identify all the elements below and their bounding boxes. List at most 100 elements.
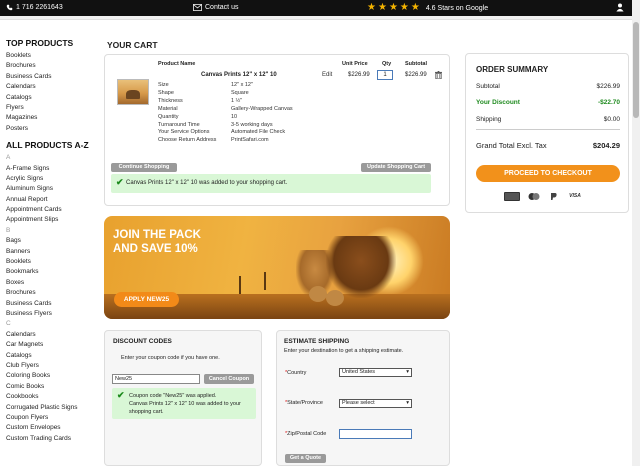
product-link[interactable]: Club Flyers	[6, 361, 96, 371]
rating-text: 4.6 Stars on Google	[425, 4, 489, 12]
option-value: Square	[231, 89, 249, 96]
coupon-input[interactable]: New25	[112, 374, 200, 384]
continue-shopping-button[interactable]: Continue Shopping	[111, 163, 177, 172]
product-link[interactable]: Calendars	[6, 330, 96, 340]
product-link[interactable]: Bags	[6, 236, 96, 246]
phone-link[interactable]: 1 716 2261643	[6, 4, 63, 11]
summary-row-discount: Your Discount -$22.70	[476, 99, 620, 106]
product-link[interactable]: Brochures	[6, 288, 96, 298]
product-link[interactable]: Appointment Slips	[6, 215, 96, 225]
edit-link[interactable]: Edit	[322, 72, 332, 78]
top-products-list: Booklets Brochures Business Cards Calendars…	[6, 51, 96, 134]
all-products-list: A A-Frame Signs Acrylic Signs Aluminum Sign…	[6, 153, 96, 444]
product-link[interactable]: A-Frame Signs	[6, 164, 96, 174]
product-link[interactable]: Banners	[6, 247, 96, 257]
country-value: United States	[342, 369, 376, 375]
cart-panel: Product Name Unit Price Qty Subtotal Can…	[104, 54, 450, 206]
product-link[interactable]: Coupon Flyers	[6, 413, 96, 423]
proceed-to-checkout-button[interactable]: PROCEED TO CHECKOUT	[476, 165, 620, 182]
update-cart-button[interactable]: Update Shopping Cart	[361, 163, 431, 172]
product-link[interactable]: Annual Report	[6, 195, 96, 205]
unit-price: $226.99	[348, 72, 370, 78]
qty-input[interactable]: 1	[377, 70, 393, 80]
product-link[interactable]: Business Flyers	[6, 309, 96, 319]
top-product-link[interactable]: Calendars	[6, 82, 96, 92]
product-link[interactable]: Cookbooks	[6, 392, 96, 402]
letter-divider: A	[6, 154, 11, 162]
product-link[interactable]: Acrylic Signs	[6, 174, 96, 184]
product-link[interactable]: Comic Books	[6, 382, 96, 392]
cub-image	[309, 286, 327, 302]
product-link[interactable]: Aluminum Signs	[6, 184, 96, 194]
discount-codes-panel: DISCOUNT CODES Enter your coupon code if…	[104, 330, 262, 466]
top-product-link[interactable]: Catalogs	[6, 93, 96, 103]
col-subtotal: Subtotal	[405, 61, 427, 67]
phone-icon	[6, 4, 13, 11]
zip-label: *Zip/Postal Code	[285, 431, 326, 437]
summary-label: Shipping	[476, 116, 502, 123]
product-link[interactable]: Catalogs	[6, 351, 96, 361]
top-product-link[interactable]: Booklets	[6, 51, 96, 61]
paypal-icon	[551, 193, 557, 200]
coupon-success-message: ✔ Coupon code "New25" was applied. Canva…	[112, 388, 256, 419]
promo-banner[interactable]: JOIN THE PACK AND SAVE 10% APPLY NEW25	[104, 216, 450, 319]
remove-item-button[interactable]	[435, 71, 442, 81]
scrollbar[interactable]	[632, 0, 640, 466]
summary-label: Subtotal	[476, 83, 500, 90]
country-label-text: Country	[287, 370, 307, 376]
product-link[interactable]: Appointment Cards	[6, 205, 96, 215]
coupon-msg-line1: Coupon code "New25" was applied.	[129, 393, 217, 399]
top-product-link[interactable]: Business Cards	[6, 72, 96, 82]
shipping-title: ESTIMATE SHIPPING	[284, 338, 350, 345]
product-link[interactable]: Corrugated Plastic Signs	[6, 403, 96, 413]
product-link[interactable]: Business Cards	[6, 299, 96, 309]
summary-row-total: Grand Total Excl. Tax $204.29	[476, 141, 620, 150]
product-link[interactable]: Car Magnets	[6, 340, 96, 350]
product-link[interactable]: Custom Trading Cards	[6, 434, 96, 444]
state-select[interactable]: Please select ▾	[339, 399, 412, 408]
option-value: Automated File Check	[231, 129, 286, 136]
option-value: 3-5 working days	[231, 121, 273, 128]
product-link[interactable]: Bookmarks	[6, 267, 96, 277]
summary-row-subtotal: Subtotal $226.99	[476, 83, 620, 90]
product-thumbnail[interactable]	[117, 79, 149, 105]
chevron-down-icon: ▾	[406, 400, 409, 406]
apply-coupon-button[interactable]: APPLY NEW25	[114, 292, 179, 307]
get-quote-button[interactable]: Get a Quote	[285, 454, 326, 463]
product-link[interactable]: Booklets	[6, 257, 96, 267]
summary-row-shipping: Shipping $0.00	[476, 116, 620, 123]
option-label: Your Service Options	[158, 129, 210, 136]
mail-icon	[193, 4, 202, 11]
top-product-link[interactable]: Posters	[6, 124, 96, 134]
product-link[interactable]: Custom Envelopes	[6, 423, 96, 433]
account-button[interactable]	[616, 3, 624, 14]
lion-image	[326, 236, 396, 298]
estimate-shipping-panel: ESTIMATE SHIPPING Enter your destination…	[276, 330, 450, 466]
cart-success-message: ✔ Canvas Prints 12" x 12" 10 was added t…	[111, 174, 431, 193]
letter-divider: C	[6, 320, 11, 328]
option-label: Choose Return Address	[158, 137, 217, 144]
option-label: Size	[158, 82, 169, 88]
success-text: Canvas Prints 12" x 12" 10 was added to …	[126, 180, 288, 186]
contact-link[interactable]: Contact us	[193, 4, 238, 11]
product-name[interactable]: Canvas Prints 12" x 12" 10	[201, 72, 277, 78]
product-link[interactable]: Coloring Books	[6, 371, 96, 381]
option-value: 12" x 12"	[231, 82, 253, 88]
scrollbar-thumb[interactable]	[633, 22, 639, 118]
banner-tree	[239, 276, 241, 294]
product-link[interactable]: Boxes	[6, 278, 96, 288]
star-icon: ★	[388, 2, 398, 13]
zip-input[interactable]	[339, 429, 412, 439]
cancel-coupon-button[interactable]: Cancel Coupon	[204, 374, 254, 384]
country-select[interactable]: United States ▾	[339, 368, 412, 377]
top-product-link[interactable]: Flyers	[6, 103, 96, 113]
star-icon: ★	[377, 2, 387, 13]
top-product-link[interactable]: Magazines	[6, 113, 96, 123]
top-product-link[interactable]: Brochures	[6, 61, 96, 71]
main-nav[interactable]	[0, 16, 632, 20]
star-icon: ★	[367, 2, 376, 13]
summary-title: ORDER SUMMARY	[476, 65, 549, 74]
google-rating[interactable]: ★ ★ ★ ★ ★ 4.6 Stars on Google	[367, 3, 488, 13]
coupon-msg: Coupon code "New25" was applied. Canvas …	[129, 392, 241, 416]
cub-image	[326, 290, 344, 306]
